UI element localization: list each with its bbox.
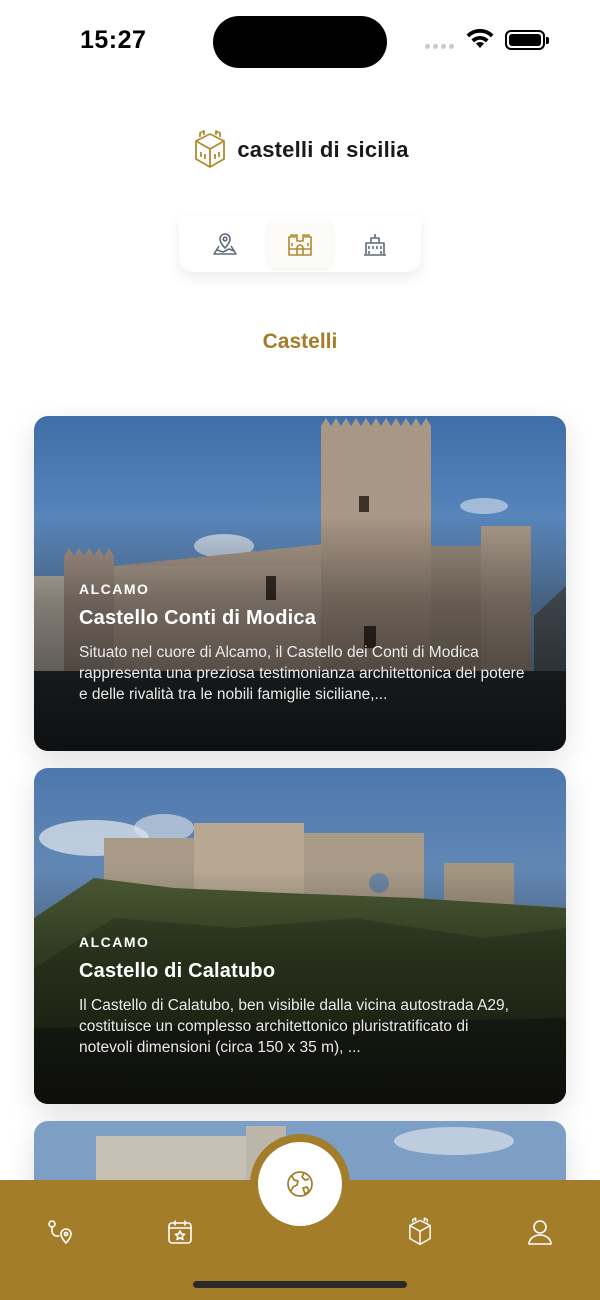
status-time: 15:27 [80, 26, 147, 54]
map-pin-icon [212, 233, 237, 255]
castle-cube-icon [409, 1217, 431, 1246]
user-icon [528, 1220, 552, 1245]
tab-buildings[interactable] [342, 220, 408, 268]
section-title: Castelli [262, 330, 338, 353]
battery-icon [505, 30, 549, 50]
card-title: Castello di Calatubo [79, 960, 276, 982]
card-description: Il Castello di Calatubo, ben visibile da… [79, 997, 509, 1056]
route-icon [48, 1220, 72, 1244]
castle-card[interactable]: ALCAMO Castello di Calatubo Il Castello … [34, 768, 566, 1104]
tab-castles[interactable] [266, 220, 333, 268]
status-bar: 15:27 [0, 0, 600, 80]
castle-icon [288, 234, 312, 256]
nav-profile[interactable] [520, 1212, 560, 1252]
card-location: ALCAMO [79, 581, 150, 597]
wifi-icon [466, 28, 494, 48]
castle-card[interactable]: ALCAMO Castello Conti di Modica Situato … [34, 416, 566, 751]
view-switcher [179, 216, 421, 272]
nav-castles[interactable] [400, 1212, 440, 1252]
globe-icon [287, 1171, 313, 1197]
building-icon [364, 234, 387, 256]
dynamic-island [213, 16, 387, 68]
card-location: ALCAMO [79, 934, 150, 950]
nav-explore-button[interactable] [258, 1142, 342, 1226]
nav-routes[interactable] [40, 1212, 80, 1252]
nav-events[interactable] [160, 1212, 200, 1252]
cellular-signal-icon [425, 44, 454, 49]
card-description: Situato nel cuore di Alcamo, il Castello… [79, 644, 525, 703]
home-indicator [193, 1281, 407, 1288]
app-logo: castelli di sicilia [0, 128, 600, 172]
card-title: Castello Conti di Modica [79, 607, 317, 629]
castle-cube-icon [195, 130, 226, 168]
calendar-star-icon [168, 1220, 192, 1244]
tab-map[interactable] [192, 220, 258, 268]
logo-text: castelli di sicilia [237, 137, 409, 162]
